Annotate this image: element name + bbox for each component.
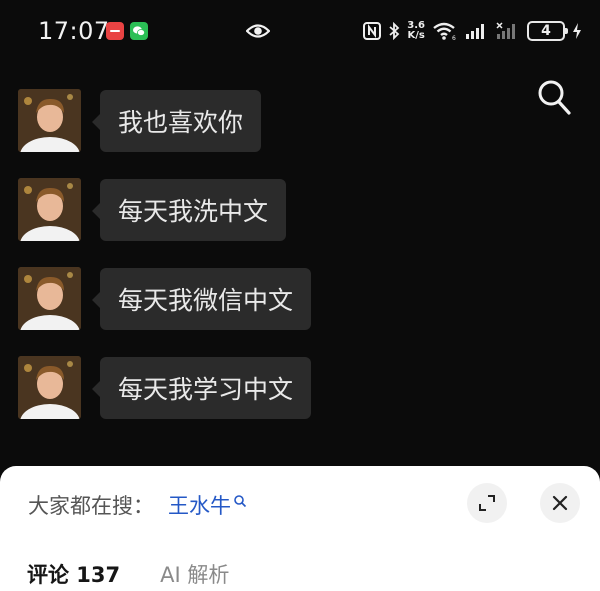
charging-icon bbox=[573, 23, 581, 39]
status-time: 17:07 bbox=[38, 17, 110, 45]
battery-icon: 4 bbox=[527, 21, 568, 41]
trending-search-label: 大家都在搜： bbox=[28, 494, 154, 518]
comment-tabs: 评论 137 AI 解析 bbox=[27, 559, 229, 589]
trending-search: 大家都在搜： 王水牛 bbox=[28, 490, 247, 520]
chat-message: 每天我洗中文 bbox=[18, 178, 418, 242]
network-speed-unit: K/s bbox=[407, 30, 425, 41]
message-bubble[interactable]: 我也喜欢你 bbox=[91, 90, 262, 152]
avatar[interactable] bbox=[18, 178, 81, 241]
avatar[interactable] bbox=[18, 267, 81, 330]
message-bubble[interactable]: 每天我微信中文 bbox=[91, 268, 312, 330]
status-bar: 17:07 3.6 K/s 6 4 bbox=[0, 0, 600, 62]
message-bubble[interactable]: 每天我学习中文 bbox=[91, 357, 312, 419]
close-button[interactable] bbox=[540, 483, 580, 523]
network-speed: 3.6 K/s bbox=[407, 21, 425, 41]
system-icons: 3.6 K/s 6 4 bbox=[363, 15, 582, 47]
wifi-icon: 6 bbox=[433, 22, 456, 41]
signal-icon bbox=[466, 24, 484, 39]
expand-icon bbox=[479, 495, 495, 511]
chat-message: 每天我微信中文 bbox=[18, 267, 418, 331]
bluetooth-icon bbox=[389, 22, 400, 40]
eye-icon bbox=[246, 24, 270, 38]
search-icon[interactable] bbox=[536, 78, 572, 116]
close-icon bbox=[552, 495, 568, 511]
tab-comments[interactable]: 评论 137 bbox=[27, 559, 120, 589]
trending-search-term[interactable]: 王水牛 bbox=[168, 490, 231, 520]
chat-message: 我也喜欢你 bbox=[18, 89, 418, 153]
svg-text:6: 6 bbox=[452, 35, 456, 41]
avatar[interactable] bbox=[18, 89, 81, 152]
search-term-icon[interactable] bbox=[233, 494, 247, 508]
signal-icon-secondary bbox=[496, 22, 515, 39]
expand-button[interactable] bbox=[467, 483, 507, 523]
tab-ai-analysis[interactable]: AI 解析 bbox=[160, 559, 229, 589]
avatar[interactable] bbox=[18, 356, 81, 419]
nfc-icon bbox=[363, 22, 382, 40]
chat-message: 每天我学习中文 bbox=[18, 356, 418, 420]
message-bubble[interactable]: 每天我洗中文 bbox=[91, 179, 287, 241]
app-notification-icon bbox=[106, 22, 124, 40]
battery-level: 4 bbox=[541, 23, 551, 39]
comments-sheet: 大家都在搜： 王水牛 评论 137 AI 解析 bbox=[0, 466, 600, 591]
wechat-icon bbox=[130, 22, 148, 40]
